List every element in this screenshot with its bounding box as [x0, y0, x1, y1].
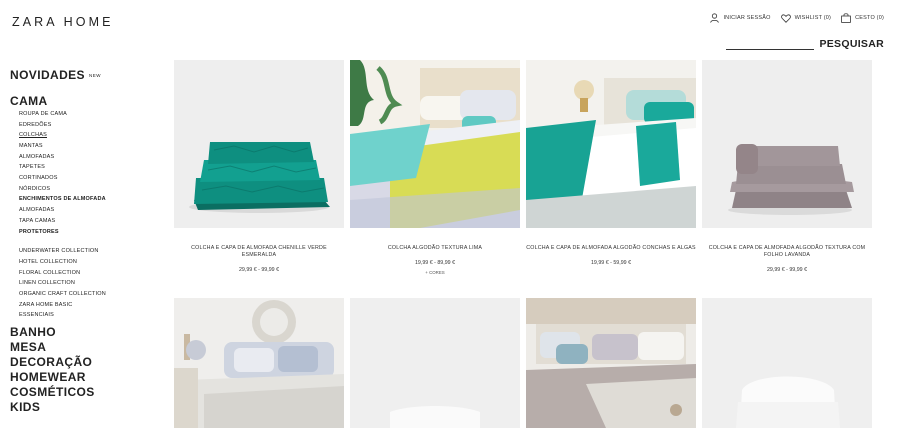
grey-bedroom-image [526, 298, 696, 428]
sidebar-subitem-colchas[interactable]: COLCHAS [19, 130, 160, 141]
sidebar-collection-essenciais[interactable]: ESSENCIAIS [19, 310, 160, 321]
heart-icon [780, 13, 791, 23]
sidebar-subitem-almofadas[interactable]: ALMOFADAS [19, 152, 160, 163]
sidebar-collection-basic[interactable]: ZARA HOME BASIC [19, 300, 160, 311]
product-image[interactable] [702, 298, 872, 428]
sidebar-item-novidades[interactable]: NOVIDADES NEW [10, 68, 160, 83]
login-link[interactable]: INICIAR SESSÃO [710, 13, 770, 23]
sidebar-item-mesa[interactable]: MESA [10, 340, 160, 354]
product-price: 19,99 € - 89,99 € [414, 260, 456, 266]
lavender-bedspread-image [702, 60, 872, 228]
sidebar-subitem-enchimentos[interactable]: ENCHIMENTOS DE ALMOFADA [19, 194, 160, 205]
bag-icon [841, 13, 851, 23]
product-price: 19,99 € - 59,99 € [590, 260, 632, 266]
sidebar-subitem-mantas[interactable]: MANTAS [19, 141, 160, 152]
basket-label: CESTO (0) [855, 15, 884, 21]
basket-link[interactable]: CESTO (0) [841, 13, 884, 23]
blue-bedroom-image [174, 298, 344, 428]
sidebar-subitem-roupa-de-cama[interactable]: ROUPA DE CAMA [19, 109, 160, 120]
login-label: INICIAR SESSÃO [723, 15, 771, 21]
product-image[interactable] [174, 60, 344, 228]
sidebar-collection-linen[interactable]: LINEN COLLECTION [19, 278, 160, 289]
product-card[interactable] [174, 298, 344, 428]
sidebar-subitem-cortinados[interactable]: CORTINADOS [19, 173, 160, 184]
logo[interactable]: ZARA HOME [12, 15, 114, 29]
sidebar-subitem-edredoes[interactable]: EDREDÕES [19, 120, 160, 131]
product-title[interactable]: COLCHA E CAPA DE ALMOFADA ALGODÃO TEXTUR… [702, 245, 872, 259]
sidebar-item-cama[interactable]: CAMA [10, 94, 160, 108]
sidebar-subitem-tapetes[interactable]: TAPETES [19, 162, 160, 173]
teal-bedspread-image [526, 60, 696, 228]
product-price: 29,99 € - 99,99 € [766, 267, 808, 273]
sidebar-subitem-nordicos[interactable]: NÓRDICOS [19, 184, 160, 195]
sidebar-collection-underwater[interactable]: UNDERWATER COLLECTION [19, 246, 160, 257]
new-badge: NEW [88, 72, 101, 78]
product-title[interactable]: COLCHA E CAPA DE ALMOFADA CHENILLE VERDE… [174, 245, 344, 259]
sidebar-item-label: NOVIDADES [10, 68, 85, 82]
product-card[interactable]: COLCHA E CAPA DE ALMOFADA CHENILLE VERDE… [174, 60, 344, 273]
search-input[interactable] [726, 38, 815, 50]
lime-bedspread-image [350, 60, 520, 228]
sidebar-item-kids[interactable]: KIDS [10, 400, 160, 414]
product-card[interactable]: COLCHA E CAPA DE ALMOFADA ALGODÃO CONCHA… [526, 60, 696, 266]
product-image[interactable] [174, 298, 344, 428]
product-card[interactable]: COLCHA E CAPA DE ALMOFADA ALGODÃO TEXTUR… [702, 60, 872, 273]
emerald-bedspread-image [174, 60, 344, 228]
search-bar: PESQUISAR [726, 38, 884, 50]
sidebar-item-decoracao[interactable]: DECORAÇÃO [10, 355, 160, 369]
account-nav: INICIAR SESSÃO WISHLIST (0) CESTO (0) [710, 13, 884, 23]
product-image[interactable] [702, 60, 872, 228]
product-price: 29,99 € - 99,99 € [238, 267, 280, 273]
sidebar-item-homewear[interactable]: HOMEWEAR [10, 370, 160, 384]
more-colors-link[interactable]: + CORES [350, 270, 520, 275]
product-card[interactable]: COLCHA ALGODÃO TEXTURA LIMA 19,99 € - 89… [350, 60, 520, 275]
product-image[interactable] [350, 60, 520, 228]
sidebar-collection-organic-craft[interactable]: ORGANIC CRAFT COLLECTION [19, 289, 160, 300]
product-title[interactable]: COLCHA ALGODÃO TEXTURA LIMA [350, 245, 520, 252]
sidebar-collection-floral[interactable]: FLORAL COLLECTION [19, 268, 160, 279]
sidebar-subitem-protetores[interactable]: PROTETORES [19, 227, 160, 238]
white-towels-image [702, 298, 872, 428]
product-card[interactable] [526, 298, 696, 428]
sidebar-menu: NOVIDADES NEW CAMA ROUPA DE CAMA EDREDÕES… [10, 68, 160, 414]
search-button[interactable]: PESQUISAR [819, 38, 884, 50]
sidebar-subitem-almofadas-2[interactable]: ALMOFADAS [19, 205, 160, 216]
product-title[interactable]: COLCHA E CAPA DE ALMOFADA ALGODÃO CONCHA… [526, 245, 696, 252]
product-card[interactable] [702, 298, 872, 428]
wishlist-label: WISHLIST (0) [794, 15, 832, 21]
wishlist-link[interactable]: WISHLIST (0) [780, 13, 832, 23]
product-image[interactable] [350, 298, 520, 428]
sidebar-item-banho[interactable]: BANHO [10, 325, 160, 339]
white-bedspread-image [350, 298, 520, 428]
user-icon [710, 13, 720, 23]
sidebar-item-cosmeticos[interactable]: COSMÉTICOS [10, 385, 160, 399]
product-image[interactable] [526, 298, 696, 428]
product-card[interactable] [350, 298, 520, 428]
product-image[interactable] [526, 60, 696, 228]
sidebar-collection-hotel[interactable]: HOTEL COLLECTION [19, 257, 160, 268]
sidebar-subitem-tapa-camas[interactable]: TAPA CAMAS [19, 216, 160, 227]
